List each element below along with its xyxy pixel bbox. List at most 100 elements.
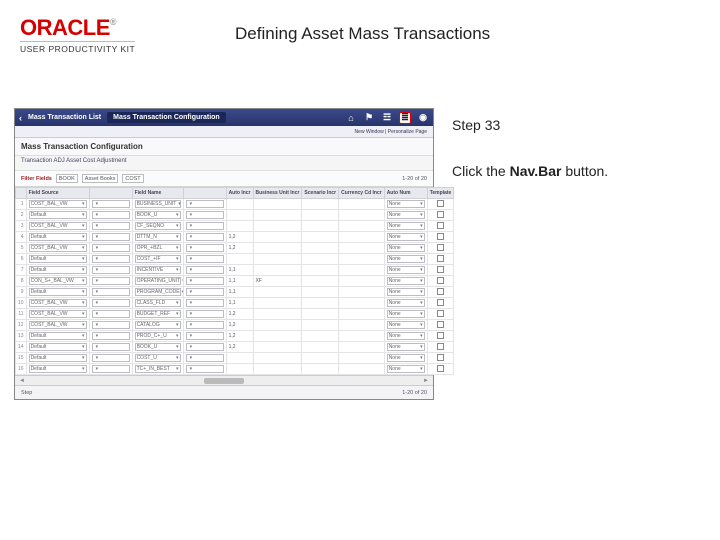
field-source-select[interactable]: COST_BAL_VW — [29, 222, 87, 230]
gear-icon[interactable]: ◉ — [417, 112, 429, 124]
auto-num-select[interactable]: None — [387, 200, 425, 208]
field-name-select[interactable]: INCENTIVE — [135, 266, 181, 274]
field-name-expand[interactable] — [186, 244, 224, 252]
horizontal-scrollbar[interactable]: ◄ ► — [15, 375, 433, 385]
template-checkbox[interactable] — [437, 365, 444, 372]
auto-num-select[interactable]: None — [387, 266, 425, 274]
field-source-expand[interactable] — [92, 222, 130, 230]
auto-num-select[interactable]: None — [387, 255, 425, 263]
field-source-expand[interactable] — [92, 255, 130, 263]
field-source-expand[interactable] — [92, 266, 130, 274]
auto-num-select[interactable]: None — [387, 244, 425, 252]
template-checkbox[interactable] — [437, 310, 444, 317]
field-name-expand[interactable] — [186, 277, 224, 285]
field-source-select[interactable]: Default — [29, 255, 87, 263]
field-source-select[interactable]: Default — [29, 343, 87, 351]
field-name-select[interactable]: BOOK_U — [135, 211, 181, 219]
field-name-select[interactable]: COST_U — [135, 354, 181, 362]
field-name-select[interactable]: TC+_IN_BEST — [135, 365, 181, 373]
col-template[interactable]: Template — [427, 188, 454, 199]
col-auto-num[interactable]: Auto Num — [384, 188, 427, 199]
back-icon[interactable]: ‹ — [19, 113, 22, 123]
auto-num-select[interactable]: None — [387, 343, 425, 351]
auto-num-select[interactable]: None — [387, 354, 425, 362]
field-name-expand[interactable] — [186, 365, 224, 373]
breadcrumb-item-1[interactable]: Mass Transaction List — [28, 114, 101, 121]
field-name-expand[interactable] — [186, 288, 224, 296]
col-field-name[interactable]: Field Name — [132, 188, 183, 199]
template-checkbox[interactable] — [437, 321, 444, 328]
auto-num-select[interactable]: None — [387, 310, 425, 318]
field-name-select[interactable]: BUSINESS_UNIT — [135, 200, 181, 208]
template-checkbox[interactable] — [437, 244, 444, 251]
template-checkbox[interactable] — [437, 266, 444, 273]
field-name-select[interactable]: CATALOG — [135, 321, 181, 329]
field-name-expand[interactable] — [186, 222, 224, 230]
col-currency-incr[interactable]: Currency Cd Incr — [339, 188, 385, 199]
field-name-expand[interactable] — [186, 310, 224, 318]
field-source-select[interactable]: Default — [29, 211, 87, 219]
field-source-expand[interactable] — [92, 277, 130, 285]
field-name-select[interactable]: BOOK_U — [135, 343, 181, 351]
field-name-select[interactable]: PROD_C+_U — [135, 332, 181, 340]
field-name-select[interactable]: CF_SEQNO — [135, 222, 181, 230]
field-source-select[interactable]: Default — [29, 288, 87, 296]
auto-num-select[interactable]: None — [387, 211, 425, 219]
navbar-button[interactable]: ≣ — [399, 112, 411, 124]
field-source-select[interactable]: CON_S+_BAL_VW — [29, 277, 87, 285]
field-name-expand[interactable] — [186, 332, 224, 340]
field-source-select[interactable]: Default — [29, 266, 87, 274]
field-source-expand[interactable] — [92, 288, 130, 296]
field-source-expand[interactable] — [92, 233, 130, 241]
field-name-expand[interactable] — [186, 321, 224, 329]
field-source-expand[interactable] — [92, 332, 130, 340]
template-checkbox[interactable] — [437, 233, 444, 240]
auto-num-select[interactable]: None — [387, 299, 425, 307]
auto-num-select[interactable]: None — [387, 365, 425, 373]
field-name-expand[interactable] — [186, 200, 224, 208]
field-name-expand[interactable] — [186, 266, 224, 274]
auto-num-select[interactable]: None — [387, 288, 425, 296]
template-checkbox[interactable] — [437, 200, 444, 207]
field-source-expand[interactable] — [92, 321, 130, 329]
field-source-expand[interactable] — [92, 354, 130, 362]
field-source-expand[interactable] — [92, 211, 130, 219]
template-checkbox[interactable] — [437, 211, 444, 218]
field-name-expand[interactable] — [186, 255, 224, 263]
field-name-expand[interactable] — [186, 233, 224, 241]
field-name-select[interactable]: BUDGET_REF — [135, 310, 181, 318]
field-source-select[interactable]: COST_BAL_VW — [29, 321, 87, 329]
field-source-select[interactable]: COST_BAL_VW — [29, 244, 87, 252]
auto-num-select[interactable]: None — [387, 222, 425, 230]
template-checkbox[interactable] — [437, 277, 444, 284]
field-name-select[interactable]: OPR_+BZL — [135, 244, 181, 252]
bell-icon[interactable]: ☲ — [381, 112, 393, 124]
scroll-right-icon[interactable]: ► — [423, 378, 429, 384]
col-auto-incr[interactable]: Auto Incr — [226, 188, 253, 199]
field-source-select[interactable]: COST_BAL_VW — [29, 200, 87, 208]
window-options-text[interactable]: New Window | Personalize Page — [355, 129, 427, 135]
field-name-select[interactable]: OPERATING_UNIT — [135, 277, 181, 285]
field-name-expand[interactable] — [186, 343, 224, 351]
template-checkbox[interactable] — [437, 299, 444, 306]
col-scenario-incr[interactable]: Scenario Incr — [302, 188, 339, 199]
template-checkbox[interactable] — [437, 222, 444, 229]
template-checkbox[interactable] — [437, 332, 444, 339]
scroll-left-icon[interactable]: ◄ — [19, 378, 25, 384]
grid-pager-bottom[interactable]: 1-20 of 20 — [402, 390, 427, 396]
field-name-expand[interactable] — [186, 354, 224, 362]
home-icon[interactable]: ⌂ — [345, 112, 357, 124]
field-name-select[interactable]: DTTM_N — [135, 233, 181, 241]
auto-num-select[interactable]: None — [387, 233, 425, 241]
field-source-select[interactable]: Default — [29, 354, 87, 362]
field-name-select[interactable]: PROGRAM_CODE — [135, 288, 181, 296]
filter-cost-name[interactable]: COST — [122, 174, 143, 183]
field-source-expand[interactable] — [92, 365, 130, 373]
auto-num-select[interactable]: None — [387, 332, 425, 340]
template-checkbox[interactable] — [437, 288, 444, 295]
field-source-select[interactable]: COST_BAL_VW — [29, 299, 87, 307]
template-checkbox[interactable] — [437, 354, 444, 361]
col-field-source[interactable]: Field Source — [26, 188, 89, 199]
scroll-thumb[interactable] — [204, 378, 244, 384]
auto-num-select[interactable]: None — [387, 277, 425, 285]
